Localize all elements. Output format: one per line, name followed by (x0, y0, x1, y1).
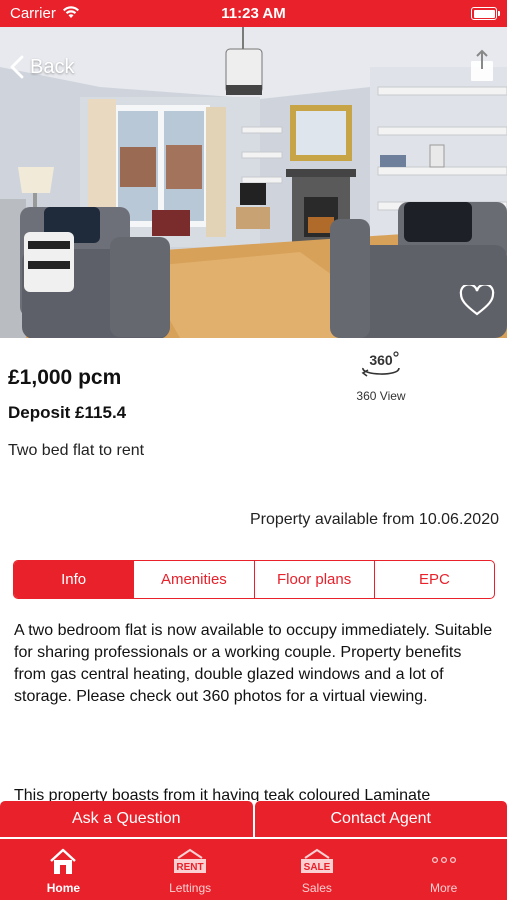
deposit-label: Deposit £115.4 (8, 403, 127, 422)
price-label: £1,000 pcm (8, 366, 122, 389)
favorite-heart-icon[interactable] (459, 285, 495, 317)
tab-bar-more-label: More (429, 881, 458, 895)
view-360-button[interactable]: 360 360 View (345, 350, 417, 403)
tab-amenities[interactable]: Amenities (133, 561, 253, 598)
contact-agent-button[interactable]: Contact Agent (254, 801, 507, 837)
svg-text:SALE: SALE (304, 862, 331, 873)
status-bar: Carrier 11:23 AM (0, 0, 507, 27)
chevron-left-icon (10, 55, 24, 79)
360-view-icon: 360 (361, 351, 400, 377)
tab-floor-plans[interactable]: Floor plans (253, 561, 374, 598)
battery-icon (471, 7, 500, 20)
back-button[interactable]: Back (10, 55, 74, 79)
tab-bar-sales[interactable]: SALE Sales (254, 839, 381, 900)
home-icon (50, 848, 77, 874)
living-room-image (0, 27, 507, 338)
action-bar: Ask a Question Contact Agent (0, 801, 507, 837)
share-icon[interactable] (469, 49, 495, 83)
clock: 11:23 AM (221, 5, 286, 22)
rent-sign-icon: RENT (174, 848, 207, 873)
tab-bar-lettings[interactable]: RENT Lettings (127, 839, 254, 900)
property-photo[interactable]: Back (0, 27, 507, 338)
back-label: Back (30, 55, 75, 78)
tab-bar-sales-label: Sales (301, 881, 332, 895)
property-summary: Two bed flat to rent (8, 442, 145, 459)
tab-epc[interactable]: EPC (373, 561, 494, 598)
availability-date: Property available from 10.06.2020 (249, 511, 499, 528)
tab-bar-more[interactable]: More (380, 839, 507, 900)
tab-bar-home-label: Home (46, 881, 81, 895)
tab-info[interactable]: Info (14, 561, 134, 598)
svg-text:360: 360 (369, 352, 393, 368)
tab-bar-home[interactable]: Home (0, 839, 127, 900)
ask-question-button[interactable]: Ask a Question (0, 801, 253, 837)
more-dots-icon (431, 857, 456, 864)
bottom-tab-bar: Home RENT Lettings SALE Sales More (0, 839, 507, 900)
360-view-label: 360 View (356, 389, 406, 403)
tab-bar-lettings-label: Lettings (169, 881, 212, 895)
detail-tabs: Info Amenities Floor plans EPC (13, 560, 495, 599)
description-paragraph: A two bedroom flat is now available to o… (14, 622, 493, 705)
sale-sign-icon: SALE (300, 848, 333, 873)
svg-text:RENT: RENT (177, 862, 204, 873)
